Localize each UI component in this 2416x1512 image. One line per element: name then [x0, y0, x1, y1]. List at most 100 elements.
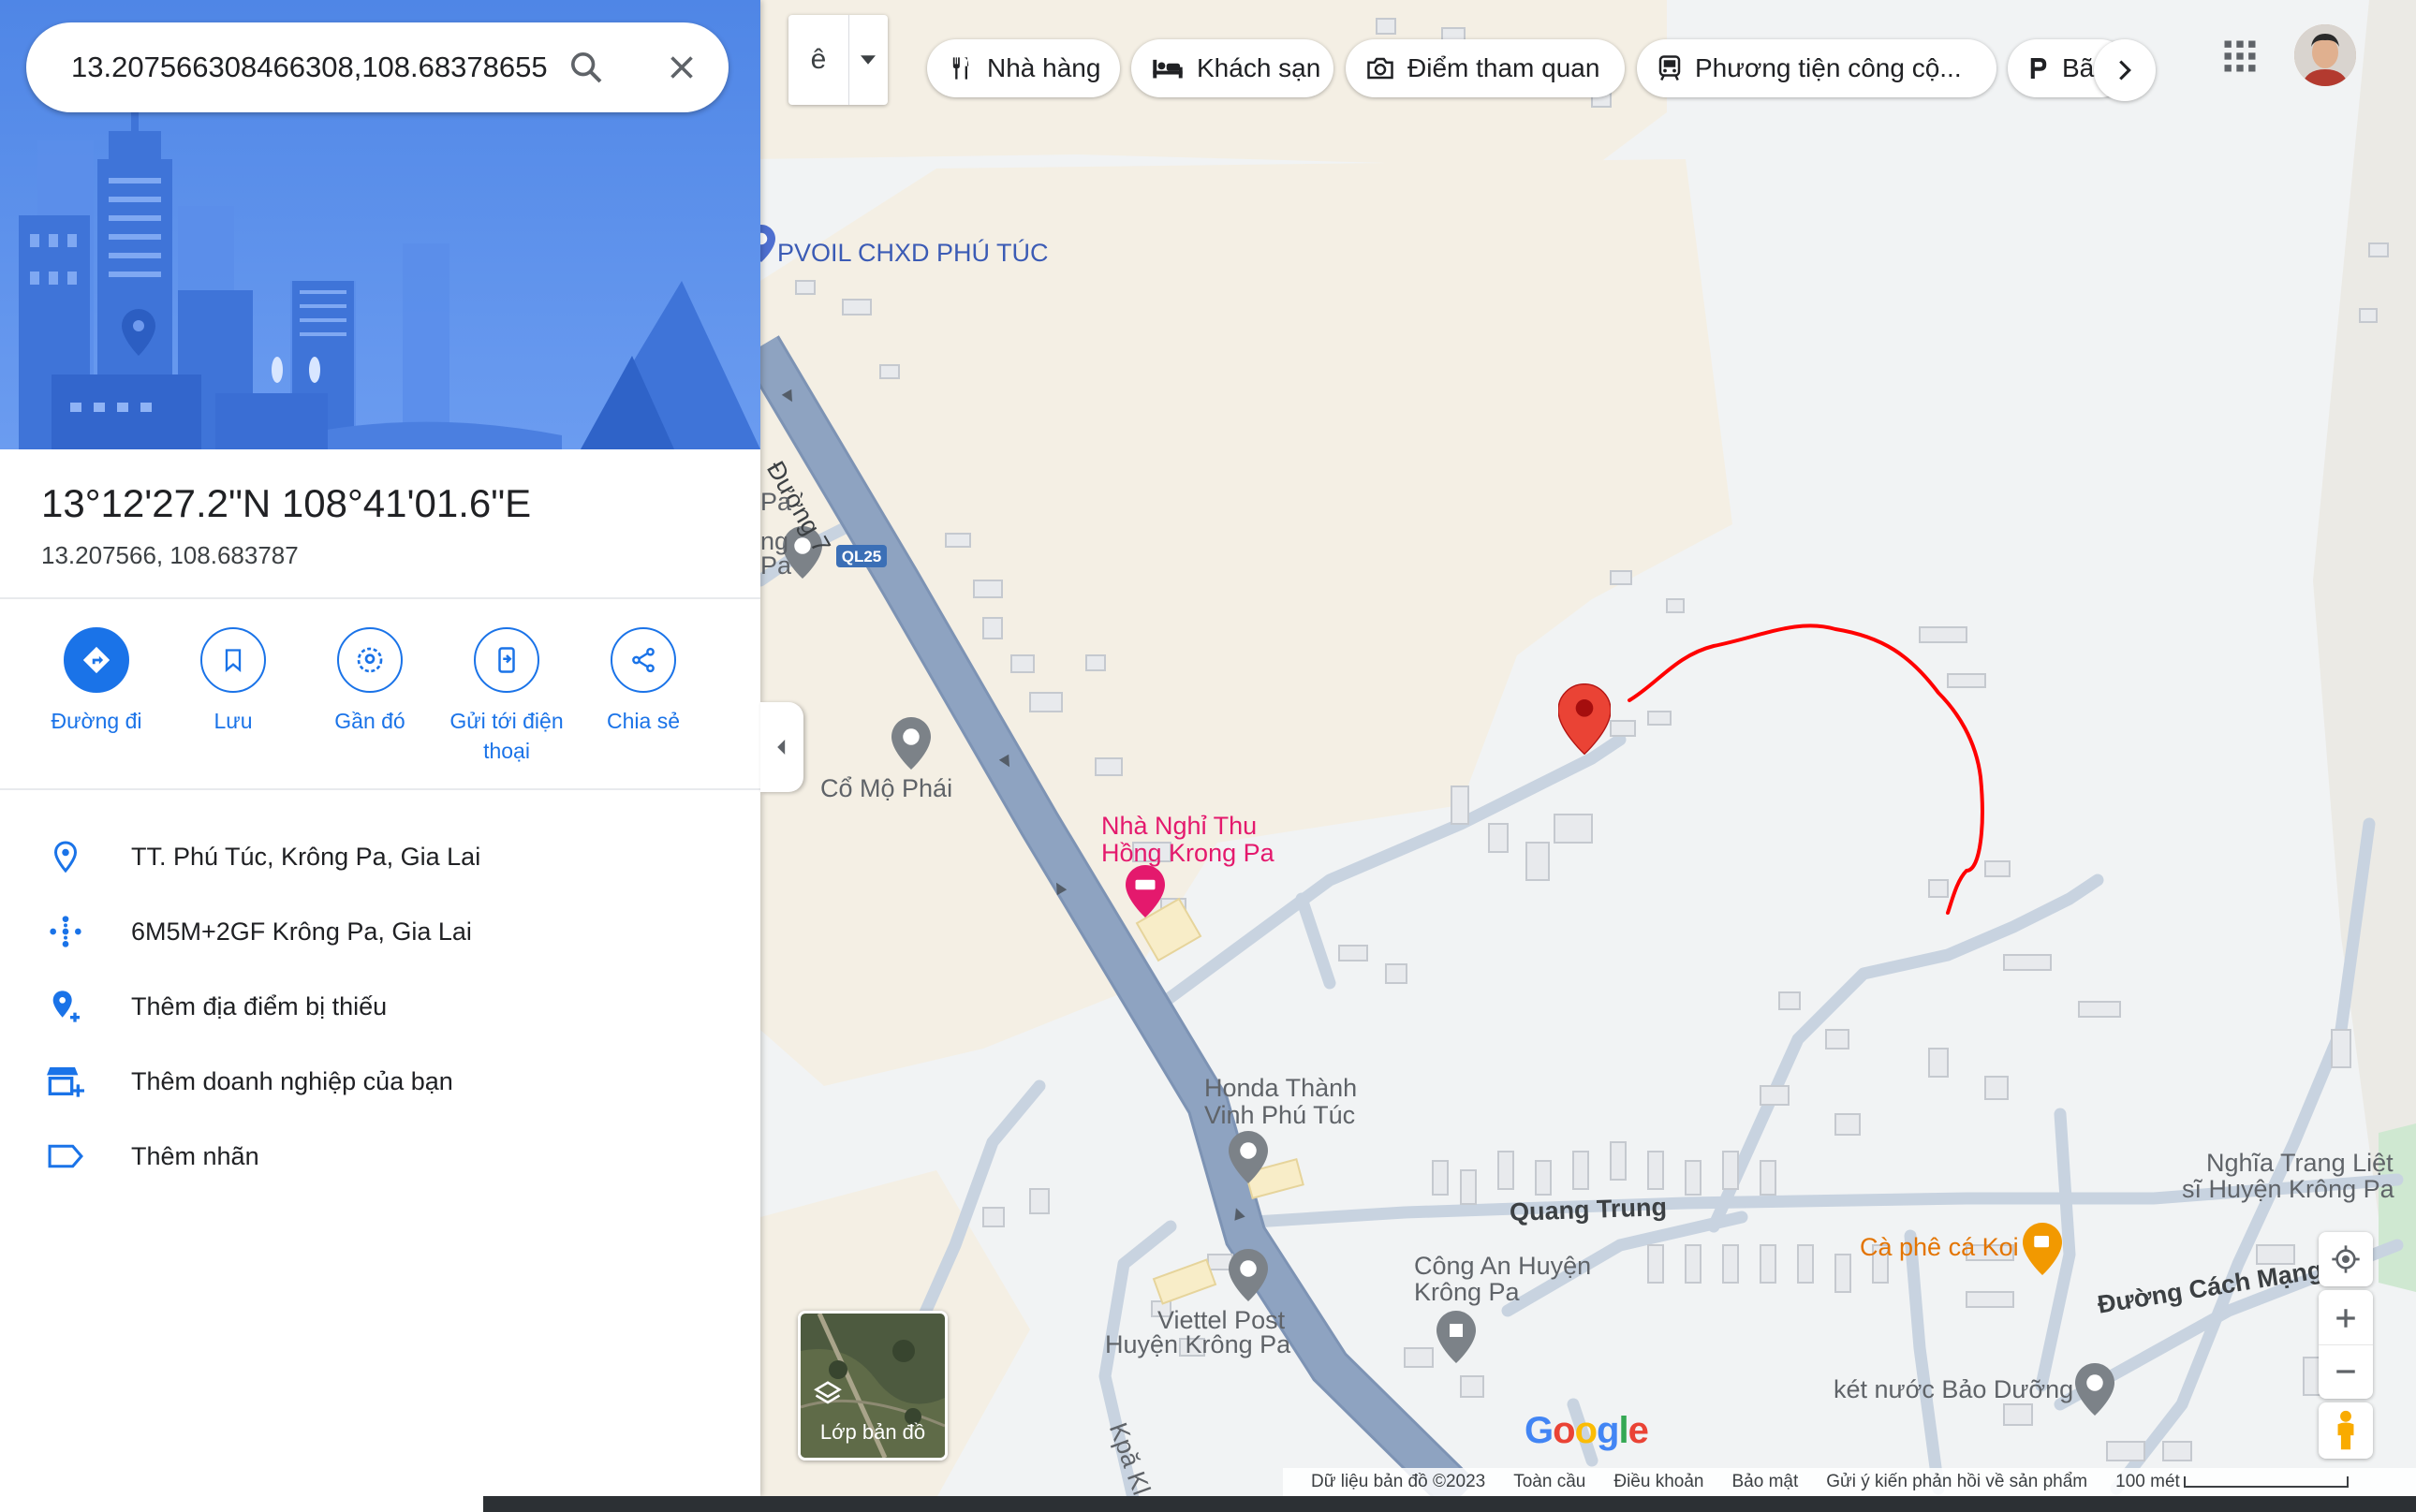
my-location-icon: [2332, 1245, 2360, 1273]
label-nghia-trang-1[interactable]: Nghĩa Trang Liệt: [2206, 1150, 2394, 1177]
add-place-row[interactable]: Thêm địa điểm bị thiếu: [0, 969, 760, 1044]
send-to-phone-button[interactable]: Gửi tới điện thoại: [438, 627, 575, 766]
close-icon[interactable]: [659, 45, 704, 90]
plus-code-icon: [50, 916, 81, 947]
terms-link[interactable]: Điều khoản: [1613, 1472, 1703, 1492]
search-box[interactable]: [26, 22, 729, 112]
restaurant-icon: [952, 57, 969, 80]
minus-icon: [2336, 1369, 2355, 1373]
zoom-controls: [2319, 1290, 2373, 1399]
add-place-text: Thêm địa điểm bị thiếu: [131, 991, 388, 1020]
pegman-icon: [2337, 1410, 2354, 1450]
share-button[interactable]: Chia sẻ: [575, 627, 712, 766]
collapse-panel-button[interactable]: [760, 702, 803, 792]
save-label: Lưu: [214, 709, 253, 733]
plus-code-row[interactable]: 6M5M+2GF Krông Pa, Gia Lai: [0, 894, 760, 969]
share-label: Chia sẻ: [607, 709, 680, 733]
chips-next-button[interactable]: [2094, 39, 2156, 101]
map-data-credit[interactable]: Dữ liệu bản đồ ©2023: [1311, 1472, 1485, 1492]
add-place-icon: [52, 991, 80, 1022]
share-icon: [632, 647, 655, 673]
add-business-text: Thêm doanh nghiệp của bạn: [131, 1066, 453, 1095]
label-pvoil[interactable]: PVOIL CHXD PHÚ TÚC: [777, 240, 1049, 267]
bottom-strip: [0, 1496, 2416, 1512]
map-footer: Dữ liệu bản đồ ©2023 Toàn cầu Điều khoản…: [1283, 1468, 2416, 1496]
selected-location-pin[interactable]: [1557, 683, 1612, 756]
place-info-list: TT. Phú Túc, Krông Pa, Gia Lai 6M5M+2GF …: [0, 819, 760, 1194]
directions-icon: [82, 646, 110, 674]
label-honda-2[interactable]: Vinh Phú Túc: [1204, 1102, 1355, 1129]
layers-icon: [814, 1381, 842, 1404]
label-ket-nuoc[interactable]: két nước Bảo Dưỡng: [1834, 1376, 2073, 1403]
map-layers-label: Lớp bản đồ: [819, 1420, 926, 1444]
plus-icon: [2336, 1308, 2355, 1328]
action-bar: Đường đi Lưu Gần đó Gửi tới điện thoại C…: [28, 627, 712, 766]
chip-attractions-label: Điểm tham quan: [1407, 53, 1600, 82]
scale-label[interactable]: 100 mét: [2115, 1472, 2180, 1492]
caret-down-icon: [861, 55, 876, 65]
label-pa-1: Pa: [760, 488, 792, 516]
place-title: 13°12'27.2"N 108°41'01.6"E: [41, 481, 532, 525]
label-co-mo-phai[interactable]: Cổ Mộ Phái: [820, 775, 952, 802]
map-layers-button[interactable]: Lớp bản đồ: [798, 1311, 948, 1461]
divider: [0, 788, 760, 790]
travel-mode-button[interactable]: ê: [788, 15, 888, 105]
label-ca-phe-ca-koi[interactable]: Cà phê cá Koi: [1860, 1234, 2019, 1261]
chip-parking-label: Bã: [2062, 53, 2095, 82]
apps-grid-icon[interactable]: [2219, 36, 2261, 77]
avatar[interactable]: [2294, 24, 2356, 86]
chevron-left-icon: [777, 740, 786, 755]
transit-icon: [1658, 55, 1681, 81]
camera-icon: [1367, 57, 1393, 80]
save-button[interactable]: Lưu: [165, 627, 302, 766]
street-view-pegman[interactable]: [2319, 1402, 2373, 1459]
feedback-link[interactable]: Gửi ý kiến phản hồi về sản phẩm: [1826, 1472, 2087, 1492]
chip-restaurants[interactable]: Nhà hàng: [927, 39, 1120, 97]
add-business-row[interactable]: Thêm doanh nghiệp của bạn: [0, 1044, 760, 1119]
privacy-link[interactable]: Bảo mật: [1731, 1472, 1798, 1492]
hotel-icon: [1153, 59, 1183, 79]
label-pa-2: Pa: [760, 551, 792, 580]
nearby-icon: [357, 647, 383, 673]
add-label-row[interactable]: Thêm nhãn: [0, 1119, 760, 1194]
address-row[interactable]: TT. Phú Túc, Krông Pa, Gia Lai: [0, 819, 760, 894]
divider: [0, 597, 760, 599]
location-pin-icon: [53, 841, 78, 873]
directions-button[interactable]: Đường đi: [28, 627, 165, 766]
place-decimal-coordinates[interactable]: 13.207566, 108.683787: [41, 541, 299, 570]
zoom-in-button[interactable]: [2319, 1292, 2373, 1345]
directions-label: Đường đi: [51, 709, 142, 733]
add-label-text: Thêm nhãn: [131, 1141, 259, 1170]
travel-mode-label[interactable]: ê: [788, 44, 848, 76]
my-location-button[interactable]: [2319, 1232, 2373, 1286]
search-icon[interactable]: [564, 45, 609, 90]
chip-attractions[interactable]: Điểm tham quan: [1346, 39, 1625, 97]
label-cong-an-1[interactable]: Công An Huyện: [1414, 1253, 1591, 1280]
search-input[interactable]: [69, 50, 560, 85]
chip-hotels-label: Khách sạn: [1197, 53, 1321, 82]
scale-bar: [2183, 1476, 2349, 1488]
label-icon: [48, 1144, 83, 1168]
label-nghia-trang-2[interactable]: sĩ Huyện Krông Pa: [2182, 1176, 2394, 1203]
label-honda-1[interactable]: Honda Thành: [1204, 1075, 1357, 1102]
chip-hotels[interactable]: Khách sạn: [1131, 39, 1333, 97]
plus-code-text: 6M5M+2GF Krông Pa, Gia Lai: [131, 917, 472, 946]
zoom-out-button[interactable]: [2319, 1345, 2373, 1398]
nearby-button[interactable]: Gần đó: [302, 627, 438, 766]
add-business-icon: [47, 1067, 84, 1097]
label-nha-nghi-1[interactable]: Nhà Nghỉ Thu: [1101, 813, 1257, 840]
label-quang-trung: Quang Trung: [1509, 1193, 1668, 1226]
label-cong-an-2[interactable]: Krông Pa: [1414, 1279, 1520, 1306]
chip-transit-label: Phương tiện công cộ...: [1695, 53, 1962, 82]
google-logo: Google: [1525, 1410, 1649, 1451]
label-nha-nghi-2[interactable]: Hồng Krong Pa: [1101, 840, 1274, 867]
global-link[interactable]: Toàn cầu: [1513, 1472, 1585, 1492]
bookmark-icon: [225, 649, 242, 672]
send-to-phone-label: Gửi tới điện thoại: [449, 709, 564, 763]
travel-mode-dropdown[interactable]: [848, 15, 887, 105]
chevron-right-icon: [2119, 60, 2131, 81]
address-text: TT. Phú Túc, Krông Pa, Gia Lai: [131, 842, 481, 871]
label-viettel-2[interactable]: Huyện Krông Pa: [1105, 1331, 1290, 1358]
chip-transit[interactable]: Phương tiện công cộ...: [1637, 39, 1996, 97]
chip-restaurants-label: Nhà hàng: [987, 53, 1101, 82]
